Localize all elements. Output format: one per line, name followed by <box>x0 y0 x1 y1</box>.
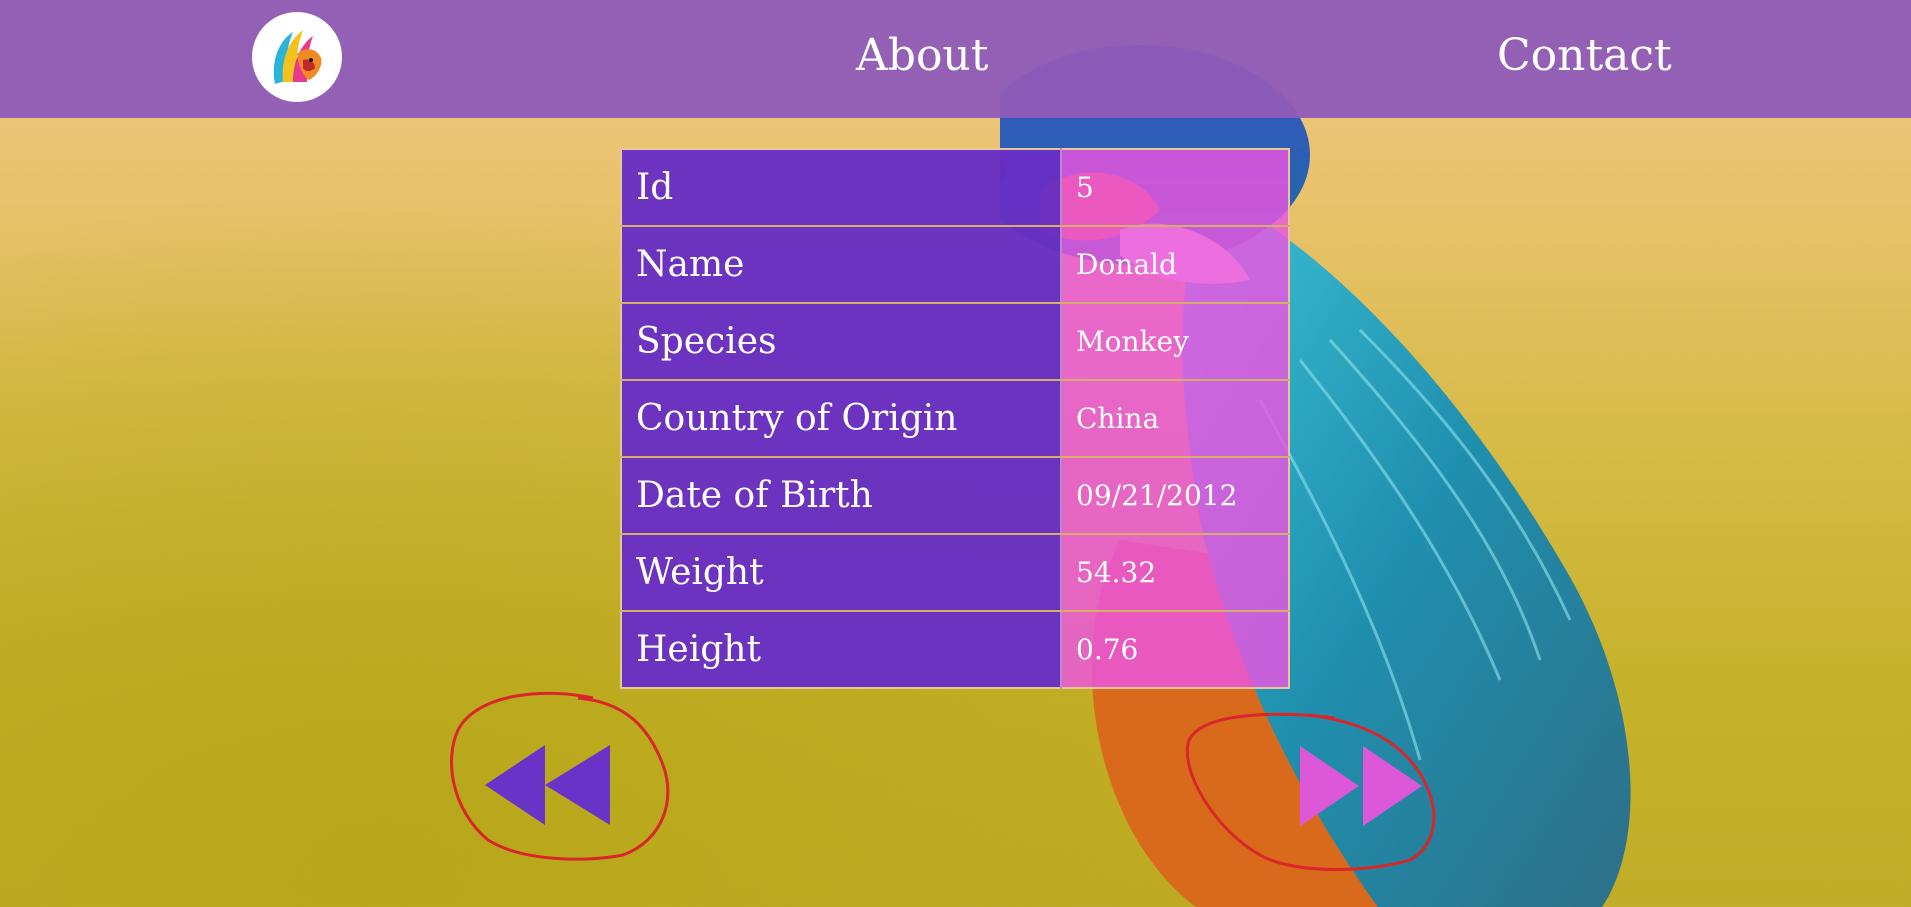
row-value: 54.32 <box>1061 534 1289 612</box>
table-row: Date of Birth 09/21/2012 <box>621 457 1289 535</box>
row-label: Height <box>621 611 1062 688</box>
table-row: Name Donald <box>621 226 1289 304</box>
row-label: Name <box>621 226 1062 304</box>
row-value: 0.76 <box>1061 611 1289 688</box>
nav-link-contact[interactable]: Contact <box>1497 30 1672 81</box>
row-label: Species <box>621 303 1062 381</box>
row-value: Donald <box>1061 226 1289 304</box>
row-label: Country of Origin <box>621 380 1062 458</box>
home-logo[interactable] <box>252 12 342 102</box>
previous-record-button[interactable] <box>448 690 673 865</box>
table-row: Id 5 <box>621 149 1289 227</box>
table-row: Height 0.76 <box>621 611 1289 688</box>
row-label: Date of Birth <box>621 457 1062 535</box>
next-record-button[interactable] <box>1185 710 1440 875</box>
table-row: Country of Origin China <box>621 380 1289 458</box>
row-label: Weight <box>621 534 1062 612</box>
rewind-icon <box>485 745 610 825</box>
table-row: Weight 54.32 <box>621 534 1289 612</box>
top-navbar: About Contact <box>0 0 1911 118</box>
row-value: Monkey <box>1061 303 1289 381</box>
row-value: China <box>1061 380 1289 458</box>
row-value: 5 <box>1061 149 1289 227</box>
fast-forward-icon <box>1300 746 1422 826</box>
table-row: Species Monkey <box>621 303 1289 381</box>
nav-link-about[interactable]: About <box>856 30 988 81</box>
animal-details-table: Id 5 Name Donald Species Monkey Country … <box>620 148 1290 689</box>
lion-head-logo-icon <box>273 30 322 84</box>
row-label: Id <box>621 149 1062 227</box>
row-value: 09/21/2012 <box>1061 457 1289 535</box>
